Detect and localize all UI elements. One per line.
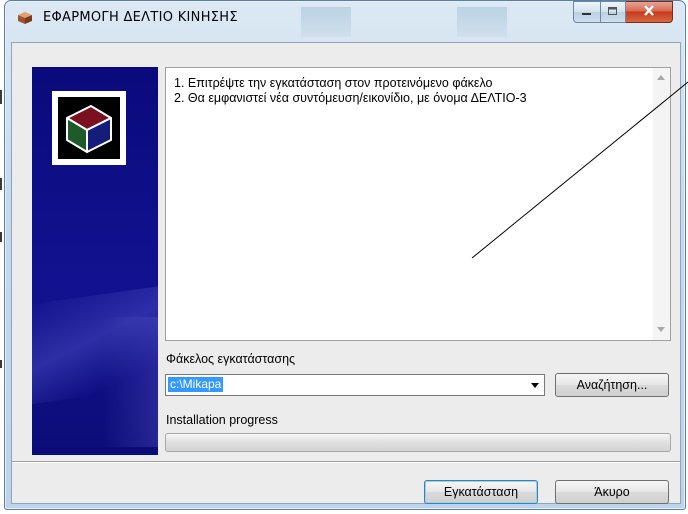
annotation-line <box>471 81 688 259</box>
